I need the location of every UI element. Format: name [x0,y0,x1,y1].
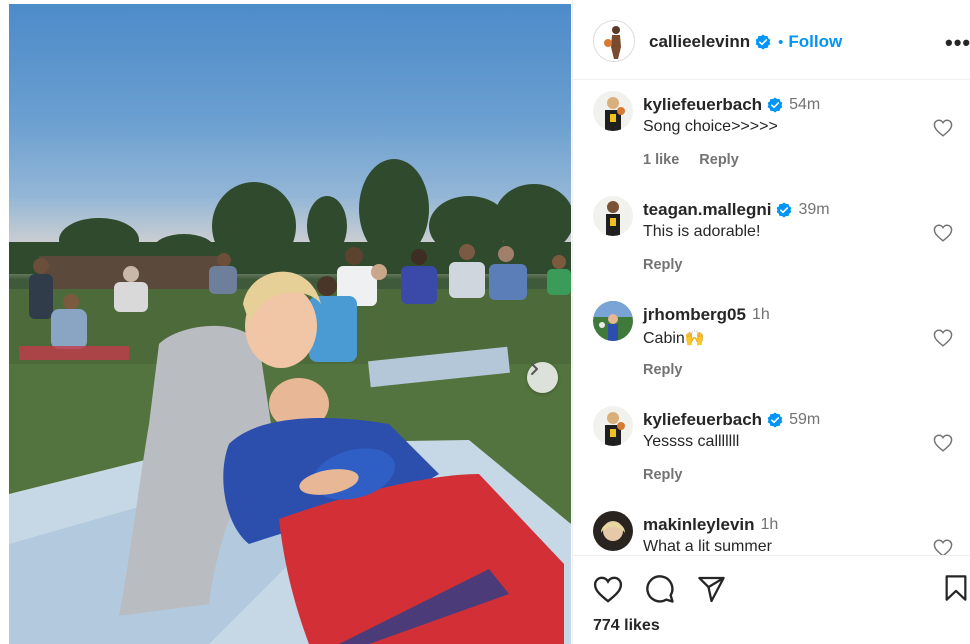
reply-button[interactable]: Reply [643,257,683,273]
next-photo-button[interactable] [527,362,558,393]
commenter-avatar[interactable] [593,196,633,236]
heart-icon[interactable] [933,434,953,452]
comment-text: Cabin🙌 [643,328,705,348]
post-actions-bar: 774 likes [573,555,970,644]
reply-button[interactable]: Reply [643,362,683,378]
heart-icon[interactable] [933,329,953,347]
verified-badge-icon [777,202,792,218]
commenter-avatar[interactable] [593,406,633,446]
like-heart-icon[interactable] [593,576,623,603]
comment-username[interactable]: kyliefeuerbach [643,95,762,115]
comment-time: 59m [789,411,821,428]
author-username[interactable]: callieelevinn [649,32,750,52]
verified-badge-icon [767,412,783,428]
verified-badge-icon [755,34,771,50]
commenter-avatar[interactable] [593,91,633,131]
heart-icon[interactable] [933,119,953,137]
author-info: callieelevinn • Follow [649,32,842,52]
post-header: callieelevinn • Follow ••• [573,0,970,80]
follow-button[interactable]: Follow [788,32,842,52]
verified-badge-icon [767,97,783,113]
comment-text: This is adorable! [643,223,761,240]
raised-hands-emoji: 🙌 [684,330,705,347]
commenter-avatar[interactable] [593,301,633,341]
separator-dot: • [778,33,784,51]
comment-username[interactable]: makinleylevin [643,515,755,535]
comment-item: jrhomberg05 1h Cabin🙌 Reply [573,291,970,396]
like-count[interactable]: 774 likes [593,617,660,635]
comment-item: kyliefeuerbach 54m Song choice>>>>> 1 li… [573,81,970,186]
comment-text: Yessss calllllll [643,433,740,450]
heart-icon[interactable] [933,224,953,242]
bookmark-icon[interactable] [944,574,968,602]
reply-button[interactable]: Reply [699,152,739,168]
comment-item: makinleylevin 1h What a lit summer [573,501,970,555]
commenter-avatar[interactable] [593,511,633,551]
comment-time: 54m [789,96,821,113]
comment-username[interactable]: jrhomberg05 [643,305,746,325]
comment-text: Song choice>>>>> [643,118,778,135]
post-sidebar: callieelevinn • Follow ••• kyliefeuerbac… [572,0,970,644]
comments-list[interactable]: kyliefeuerbach 54m Song choice>>>>> 1 li… [573,81,970,555]
comment-likes[interactable]: 1 like [643,152,679,168]
reply-button[interactable]: Reply [643,467,683,483]
comment-username[interactable]: teagan.mallegni [643,200,771,220]
comment-text: What a lit summer [643,538,772,555]
share-icon[interactable] [697,576,726,603]
comment-icon[interactable] [645,574,675,604]
author-avatar[interactable] [593,20,635,62]
comment-item: teagan.mallegni 39m This is adorable! Re… [573,186,970,291]
comment-time: 39m [798,201,830,218]
comment-text-body: Cabin [643,330,685,347]
photo-scene [9,159,571,644]
comment-username[interactable]: kyliefeuerbach [643,410,762,430]
more-options-button[interactable]: ••• [945,30,970,56]
heart-icon[interactable] [933,539,953,555]
post-photo [9,4,571,644]
comment-time: 1h [760,516,779,533]
comment-item: kyliefeuerbach 59m Yessss calllllll Repl… [573,396,970,501]
chevron-right-icon [531,363,538,375]
comment-time: 1h [751,306,770,323]
